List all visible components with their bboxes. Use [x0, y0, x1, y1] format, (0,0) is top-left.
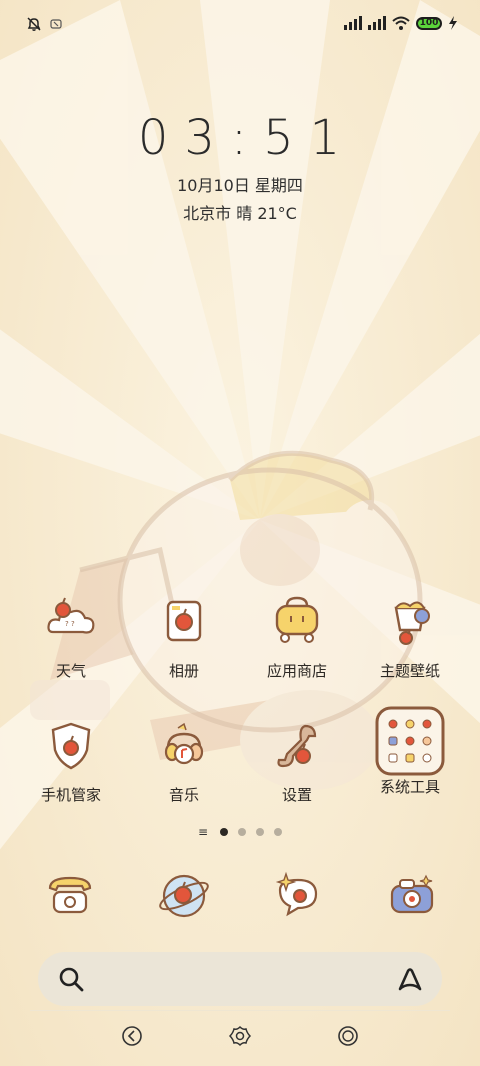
- settings-wrench-icon: [265, 714, 329, 778]
- app-label: 相册: [168, 662, 199, 680]
- dock-phone-icon[interactable]: [38, 864, 102, 928]
- app-themes[interactable]: 主题壁纸: [355, 590, 465, 681]
- clock-widget[interactable]: 03:51 10月10日 星期四 北京市 晴 21°C: [0, 110, 480, 224]
- app-security[interactable]: 手机管家: [16, 714, 126, 805]
- dock-camera-icon[interactable]: [380, 864, 444, 928]
- tools-folder-icon: [375, 706, 445, 776]
- app-label: 系统工具: [379, 778, 440, 796]
- app-label: 手机管家: [40, 786, 101, 804]
- wifi-icon: [392, 16, 410, 30]
- weather-icon: ? ?: [39, 590, 103, 654]
- search-bar[interactable]: [38, 952, 442, 1006]
- navigation-bar: [0, 1024, 480, 1054]
- status-bar: 100: [0, 0, 480, 50]
- back-icon[interactable]: [120, 1024, 144, 1048]
- nfc-icon: [50, 19, 62, 29]
- app-label: 主题壁纸: [379, 662, 440, 680]
- search-icon[interactable]: [58, 966, 84, 992]
- page-dot[interactable]: [238, 828, 247, 836]
- app-label: 天气: [55, 662, 86, 680]
- app-music[interactable]: 音乐: [129, 714, 239, 805]
- clock-date: 10月10日 星期四: [177, 176, 303, 195]
- assistant-icon[interactable]: [396, 965, 424, 993]
- app-label: 设置: [281, 786, 312, 804]
- security-shield-icon: [39, 714, 103, 778]
- page-indicator[interactable]: ≡: [0, 825, 480, 839]
- gallery-icon: [152, 590, 216, 654]
- dock-browser-icon[interactable]: [152, 864, 216, 928]
- music-icon: [152, 714, 216, 778]
- bell-off-icon: [27, 17, 41, 31]
- app-label: 音乐: [168, 786, 199, 804]
- clock-weather: 北京市 晴 21°C: [183, 204, 297, 223]
- app-tools-folder[interactable]: 系统工具: [355, 706, 465, 797]
- app-weather[interactable]: ? ? 天气: [16, 590, 126, 681]
- dock-messages-icon[interactable]: [266, 864, 330, 928]
- app-appstore[interactable]: 应用商店: [242, 590, 352, 681]
- app-gallery[interactable]: 相册: [129, 590, 239, 681]
- appstore-icon: [265, 590, 329, 654]
- charging-icon: [449, 16, 457, 30]
- battery-icon: 100: [416, 16, 442, 30]
- page-dot-active[interactable]: [220, 828, 229, 836]
- recents-icon[interactable]: [336, 1024, 360, 1048]
- page-dot[interactable]: [256, 828, 265, 836]
- themes-icon: [378, 590, 442, 654]
- pages-menu-icon[interactable]: ≡: [198, 825, 208, 839]
- clock-time: 03:51: [137, 110, 357, 166]
- home-icon[interactable]: [228, 1024, 252, 1048]
- signal-icon: [368, 16, 386, 30]
- app-settings[interactable]: 设置: [242, 714, 352, 805]
- page-dot[interactable]: [274, 828, 283, 836]
- nav-divider: [30, 1010, 450, 1011]
- signal-icon: [344, 16, 362, 30]
- app-label: 应用商店: [266, 662, 327, 680]
- svg-text:? ?: ? ?: [65, 620, 75, 628]
